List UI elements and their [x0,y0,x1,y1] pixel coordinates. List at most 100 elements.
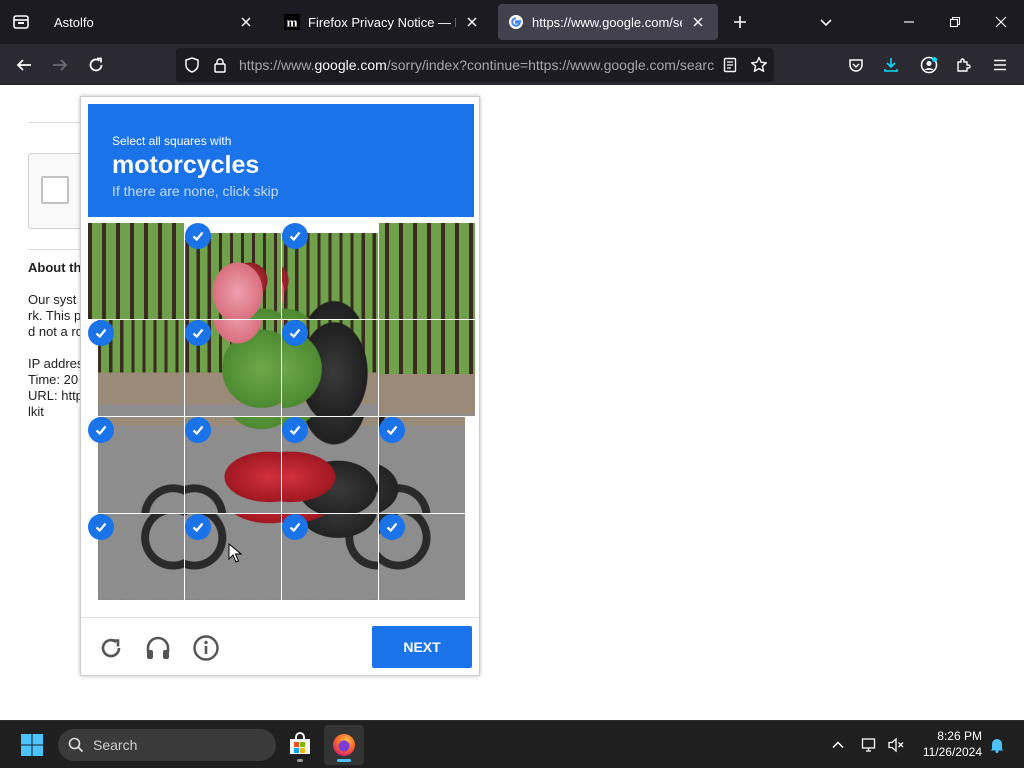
recaptcha-checkbox[interactable] [41,176,69,204]
captcha-tile[interactable] [379,223,475,319]
pocket-icon [849,59,863,72]
recaptcha-challenge: Select all squares with motorcycles If t… [80,96,480,676]
firefox-view-button[interactable] [0,0,42,44]
image-grid [88,223,475,609]
pocket-button[interactable] [841,50,871,80]
taskbar-search[interactable]: Search [58,729,276,761]
restore-button[interactable] [932,0,978,44]
reload-icon [89,57,103,72]
google-icon [508,14,524,30]
windows-taskbar: Search 8:26 PM 11/26/2024 [0,720,1024,768]
extensions-button[interactable] [949,50,979,80]
tab-firefox-privacy[interactable]: m Firefox Privacy Notice — Mozill [274,4,492,40]
new-tab-button[interactable] [726,8,754,36]
address-bar[interactable]: https://www.google.com/sorry/index?conti… [176,48,774,82]
checkmark-icon [379,514,405,540]
app-indicator [337,759,351,762]
volume-tray[interactable] [884,733,908,757]
start-button[interactable] [16,729,48,761]
plus-icon [734,16,746,28]
bookmark-star-icon[interactable] [750,56,768,79]
lock-icon[interactable] [212,57,228,78]
search-icon [68,737,84,753]
microsoft-store-icon [290,732,310,754]
mouse-cursor-icon [228,543,242,563]
back-button[interactable] [9,50,39,80]
challenge-instruction: Select all squares with [112,134,232,148]
body-text-line: d not a ro [28,324,83,339]
reload-challenge-button[interactable] [95,630,127,666]
network-tray[interactable] [858,733,882,757]
captcha-tile[interactable] [88,223,184,319]
checkmark-icon [185,320,211,346]
chevron-up-icon [832,741,844,749]
svg-text:m: m [287,15,298,30]
close-window-button[interactable] [978,0,1024,44]
chevron-down-icon [820,19,832,27]
minimize-button[interactable] [886,0,932,44]
url-path: /sorry/index?continue=https://www.google… [386,57,715,73]
firefox-icon [333,734,355,756]
clock-date: 11/26/2024 [922,745,982,759]
checkmark-icon [88,320,114,346]
list-all-tabs-button[interactable] [812,8,840,36]
show-hidden-icons-button[interactable] [826,733,850,757]
tracking-protection-icon[interactable] [184,57,200,78]
checkmark-icon [185,223,211,249]
downloads-button[interactable] [876,50,906,80]
checkmark-icon [88,417,114,443]
challenge-hint: If there are none, click skip [112,183,279,199]
forward-button[interactable] [45,50,75,80]
app-menu-button[interactable] [985,50,1015,80]
checkmark-icon [88,514,114,540]
divider [81,617,479,618]
bell-icon [990,739,1004,753]
arrow-right-icon [53,59,68,71]
arrow-left-icon [16,59,31,71]
navigation-toolbar: https://www.google.com/sorry/index?conti… [0,44,1024,85]
reader-view-icon[interactable] [722,57,738,78]
volume-muted-icon [888,737,904,753]
tab-google-sorry[interactable]: https://www.google.com/searc [498,4,718,40]
checkmark-icon [282,417,308,443]
captcha-tile[interactable] [379,320,475,416]
reload-button[interactable] [81,50,111,80]
headphones-icon [146,636,170,659]
puzzle-icon [957,58,971,72]
body-text-line: Our syst [28,292,77,307]
app-indicator [297,759,303,762]
search-label: Search [93,737,138,753]
tile-image [379,223,475,319]
url-text[interactable]: https://www.google.com/sorry/index?conti… [239,57,715,75]
firefox-view-icon [13,15,29,29]
tab-astolfo[interactable]: Astolfo [44,4,266,40]
divider [28,249,88,250]
checkmark-icon [282,320,308,346]
system-clock[interactable]: 8:26 PM 11/26/2024 [910,728,982,760]
audio-challenge-button[interactable] [142,630,174,666]
time-line: Time: 20 [28,372,79,387]
download-icon [884,58,898,72]
minimize-icon [904,21,914,23]
account-button[interactable] [914,50,944,80]
help-button[interactable] [190,630,222,666]
close-tab-icon[interactable] [462,12,482,32]
clock-time: 8:26 PM [937,729,982,743]
checkmark-icon [185,417,211,443]
checkmark-icon [185,514,211,540]
account-icon [920,56,938,74]
url-prefix: https://www. [239,57,315,73]
url-domain: google.com [314,57,387,73]
taskbar-app-firefox[interactable] [324,725,364,765]
tab-title: Firefox Privacy Notice — Mozill [308,14,456,30]
windows-logo-icon [21,734,43,756]
close-tab-icon[interactable] [236,12,256,32]
tab-bar: Astolfo m Firefox Privacy Notice — Mozil… [0,0,1024,44]
notifications-button[interactable] [985,733,1009,757]
taskbar-app-store[interactable] [280,725,320,765]
ip-address-line: IP addres [28,356,84,371]
next-button[interactable]: NEXT [372,626,472,668]
close-tab-icon[interactable] [688,12,708,32]
body-text-line: rk. This p [28,308,82,323]
network-icon [861,738,876,752]
